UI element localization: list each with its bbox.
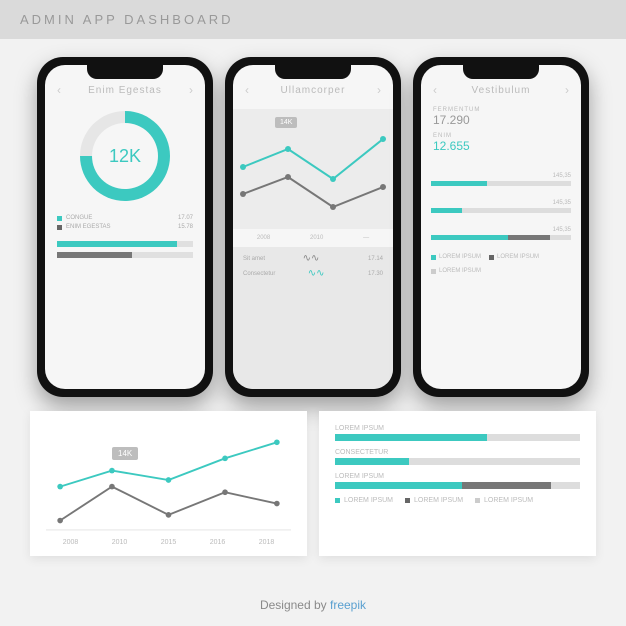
- chevron-left-icon[interactable]: ‹: [433, 83, 437, 97]
- phone-2: ‹ Ullamcorper › 14K 2008 2010 —: [225, 57, 401, 397]
- phone-2-screen: ‹ Ullamcorper › 14K 2008 2010 —: [233, 65, 393, 389]
- phone-3-screen: ‹ Vestibulum › FERMENTUM 17.290 ENIM 12.…: [421, 65, 581, 389]
- phone-3-stats: FERMENTUM 17.290 ENIM 12.655: [421, 105, 581, 169]
- phones-row: ‹ Enim Egestas › 12K CONGUE 17.07 ENIM E…: [0, 39, 626, 411]
- phone-1-titlebar: ‹ Enim Egestas ›: [45, 65, 205, 105]
- bar: [57, 252, 193, 258]
- footer: Designed by freepik: [0, 598, 626, 612]
- dot-icon: [431, 255, 436, 260]
- spark-row: Sit amet ∿∿ 17.14: [243, 253, 383, 264]
- phone-1-screen: ‹ Enim Egestas › 12K CONGUE 17.07 ENIM E…: [45, 65, 205, 389]
- h-bar: 145,35: [421, 169, 581, 196]
- panel-bar-chart: LOREM IPSUM CONSECTETUR LOREM IPSUM LORE…: [319, 411, 596, 556]
- dot-icon: [57, 225, 62, 230]
- panel-line-chart: 14K 2008 2010 2015 2016 2018: [30, 411, 307, 556]
- line-chart-svg: [46, 425, 291, 535]
- p-bar: LOREM IPSUM: [335, 473, 580, 489]
- line-chart: 14K: [46, 425, 291, 535]
- legend-item: ENIM EGESTAS 15.78: [57, 224, 193, 230]
- dot-icon: [431, 269, 436, 274]
- phone-3-title: Vestibulum: [445, 85, 557, 96]
- donut-ring: 12K: [80, 111, 170, 201]
- phone-3: ‹ Vestibulum › FERMENTUM 17.290 ENIM 12.…: [413, 57, 589, 397]
- phone-2-line-chart: 14K: [233, 109, 393, 229]
- donut-metric: 12K: [92, 123, 158, 189]
- panel-legend: LOREM IPSUM LOREM IPSUM LOREM IPSUM: [335, 497, 580, 504]
- dot-icon: [57, 216, 62, 221]
- spark-row: Consectetur ∿∿ 17.30: [243, 268, 383, 279]
- p-bar: CONSECTETUR: [335, 449, 580, 465]
- brand-link[interactable]: freepik: [330, 598, 366, 612]
- banner-title: ADMIN APP DASHBOARD: [20, 12, 234, 27]
- sparkline-icon: ∿∿: [275, 268, 357, 279]
- phone-3-bars: 145,35 145,35 145,35: [421, 169, 581, 250]
- phone-1-title: Enim Egestas: [69, 85, 181, 96]
- chart-tooltip: 14K: [275, 117, 297, 128]
- donut-chart: 12K: [45, 105, 205, 211]
- phone-2-xticks: 2008 2010 —: [233, 233, 393, 247]
- chart-tooltip: 14K: [112, 447, 138, 460]
- chevron-right-icon[interactable]: ›: [565, 83, 569, 97]
- phone-1-legend: CONGUE 17.07 ENIM EGESTAS 15.78: [45, 211, 205, 237]
- dot-icon: [475, 498, 480, 503]
- h-bar: 145,35: [421, 223, 581, 250]
- bottom-panels: 14K 2008 2010 2015 2016 2018 LOREM IPSUM: [0, 411, 626, 556]
- dot-icon: [489, 255, 494, 260]
- phone-3-legend: LOREM IPSUM LOREM IPSUM LOREM IPSUM: [421, 250, 581, 278]
- dot-icon: [335, 498, 340, 503]
- line-chart-svg: [233, 109, 393, 229]
- chevron-left-icon[interactable]: ‹: [245, 83, 249, 97]
- phone-2-title: Ullamcorper: [257, 85, 369, 96]
- chevron-left-icon[interactable]: ‹: [57, 83, 61, 97]
- chevron-right-icon[interactable]: ›: [377, 83, 381, 97]
- banner: ADMIN APP DASHBOARD: [0, 0, 626, 39]
- phone-2-titlebar: ‹ Ullamcorper ›: [233, 65, 393, 105]
- bar: [57, 241, 193, 247]
- phone-2-sparklines: Sit amet ∿∿ 17.14 Consectetur ∿∿ 17.30: [233, 247, 393, 389]
- h-bar: 145,35: [421, 196, 581, 223]
- p-bar: LOREM IPSUM: [335, 425, 580, 441]
- legend-item: CONGUE 17.07: [57, 215, 193, 221]
- chevron-right-icon[interactable]: ›: [189, 83, 193, 97]
- sparkline-icon: ∿∿: [265, 253, 357, 264]
- phone-1-bars: [45, 237, 205, 273]
- panel-xticks: 2008 2010 2015 2016 2018: [46, 539, 291, 546]
- phone-3-titlebar: ‹ Vestibulum ›: [421, 65, 581, 105]
- phone-1: ‹ Enim Egestas › 12K CONGUE 17.07 ENIM E…: [37, 57, 213, 397]
- dot-icon: [405, 498, 410, 503]
